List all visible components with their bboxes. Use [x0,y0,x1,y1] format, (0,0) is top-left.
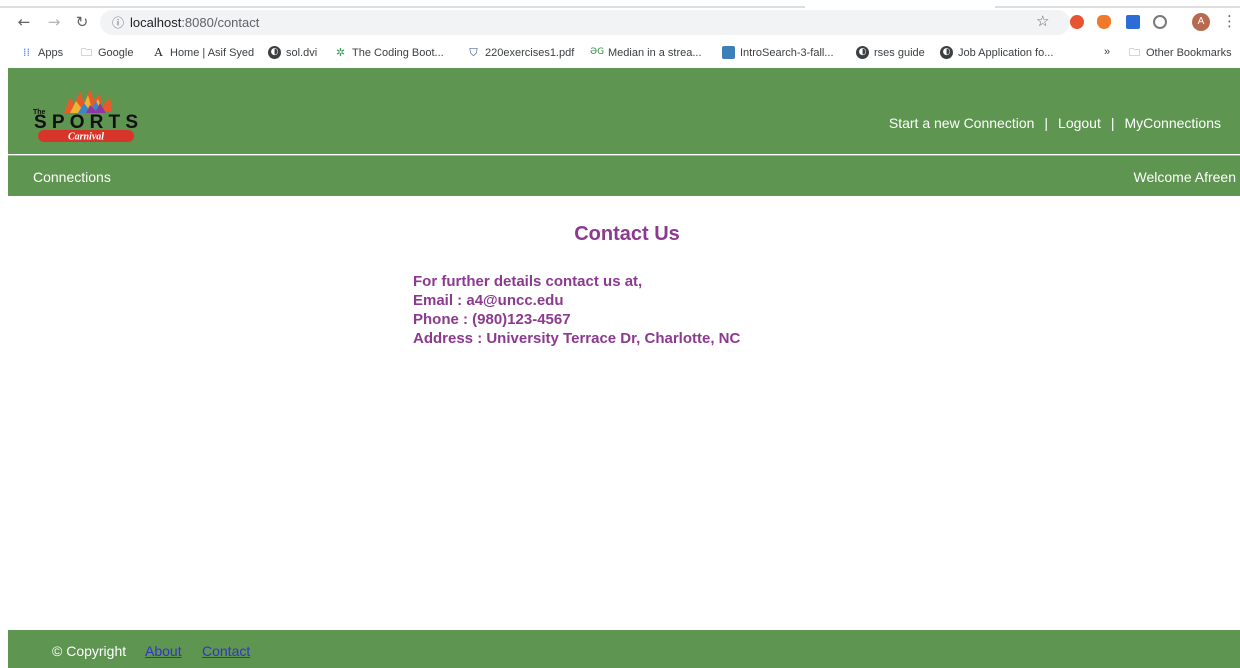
sub-navigation: Connections Welcome Afreen [8,155,1240,196]
coding-bootcamp-icon: ✲ [335,46,346,59]
bookmark-rses-guide[interactable]: ◐ rses guide [856,46,925,59]
bookmark-sol-dvi[interactable]: ◐ sol.dvi [268,46,317,59]
extension-blue-icon[interactable] [1126,15,1140,29]
bookmark-job-application[interactable]: ◐ Job Application fo... [940,46,1053,59]
tab-strip [0,0,1240,8]
sports-carnival-logo[interactable]: The SPORTS Carnival [30,83,142,147]
bookmark-220exercises[interactable]: ⛉ 220exercises1.pdf [467,46,574,59]
globe-icon: ◐ [856,46,869,59]
bookmarks-bar: ⁞⁞ Apps 🗀 Google A Home | Asif Syed ◐ so… [0,44,1240,64]
bookmark-apps[interactable]: ⁞⁞ Apps [20,46,63,59]
contact-link[interactable]: Contact [202,643,250,659]
folder-icon: 🗀 [1129,46,1140,59]
site-info-icon[interactable]: ⓘ [112,14,124,31]
svg-text:SPORTS: SPORTS [34,112,138,133]
globe-icon: ◐ [268,46,281,59]
page-title: Contact Us [574,223,680,245]
contact-intro: For further details contact us at, [413,273,643,290]
bookmark-google[interactable]: 🗀 Google [80,46,133,59]
site-icon [722,46,735,59]
nav-separator: | [1044,115,1049,131]
logout-link[interactable]: Logout [1058,115,1101,131]
a-letter-icon: A [154,46,163,59]
header-nav: Start a new Connection | Logout | MyConnecti… [889,115,1221,131]
contact-address: Address : University Terrace Dr, Charlot… [413,330,741,347]
welcome-message: Welcome Afreen [1133,169,1236,185]
copyright-text: © Copyright [52,643,127,659]
contact-details: For further details contact us at, Email… [413,272,740,348]
back-icon[interactable]: ← [14,12,34,32]
apps-grid-icon: ⁞⁞ [23,46,30,59]
bookmark-median[interactable]: ƏG Median in a strea... [590,46,702,59]
profile-avatar[interactable]: A [1192,13,1210,31]
contact-email: Email : a4@uncc.edu [413,292,564,309]
reload-icon[interactable]: ↻ [72,12,92,32]
bookmark-home-asif[interactable]: A Home | Asif Syed [152,46,255,59]
bookmark-introsearch[interactable]: IntroSearch-3-fall... [722,46,834,59]
browser-menu-icon[interactable]: ⋮ [1222,12,1237,30]
shield-icon: ⛉ [469,46,478,59]
site-footer: © Copyright About Contact [8,630,1240,668]
contact-phone: Phone : (980)123-4567 [413,311,571,328]
folder-icon: 🗀 [81,46,92,59]
site-header: The SPORTS Carnival Start a new Connecti… [8,68,1240,154]
forward-icon[interactable]: → [44,12,64,32]
connections-link[interactable]: Connections [33,169,111,185]
my-connections-link[interactable]: MyConnections [1125,115,1222,131]
globe-icon: ◐ [940,46,953,59]
nav-separator: | [1110,115,1115,131]
bookmark-coding-boot[interactable]: ✲ The Coding Boot... [334,46,444,59]
more-bookmarks-button[interactable]: » [1104,46,1110,58]
extension-circle-icon[interactable] [1153,15,1167,29]
browser-chrome: ← → ↻ ⓘ localhost:8080/contact ☆ A ⋮ ⁞⁞ … [0,0,1240,68]
gfg-icon: ƏG [590,47,605,57]
bookmark-star-icon[interactable]: ☆ [1036,12,1049,30]
svg-text:Carnival: Carnival [68,132,104,143]
address-row: ← → ↻ ⓘ localhost:8080/contact ☆ A ⋮ [0,9,1240,37]
extension-opera-icon[interactable] [1070,15,1084,29]
url-text: localhost:8080/contact [130,15,260,30]
extension-fire-icon[interactable] [1097,15,1111,29]
start-new-connection-link[interactable]: Start a new Connection [889,115,1035,131]
other-bookmarks[interactable]: 🗀 Other Bookmarks [1128,46,1232,59]
address-bar[interactable]: ⓘ localhost:8080/contact [100,10,1070,35]
about-link[interactable]: About [145,643,182,659]
